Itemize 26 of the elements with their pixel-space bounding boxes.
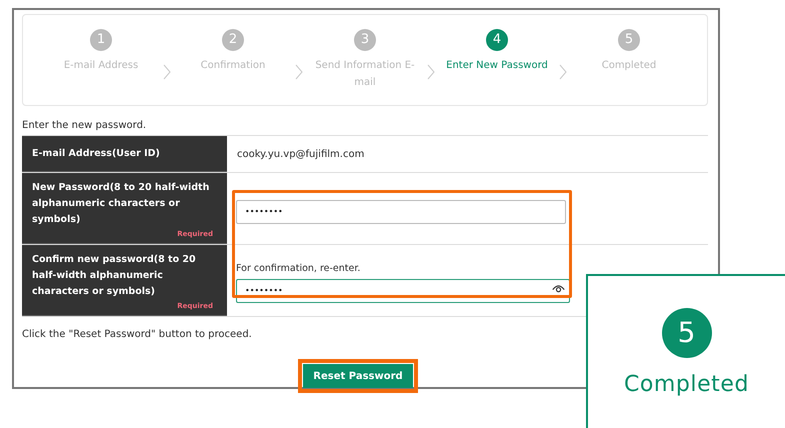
step-number-badge: 4: [486, 29, 508, 51]
instruction-text: Click the "Reset Password" button to proceed.: [22, 328, 252, 342]
step-label: Completed: [624, 371, 749, 399]
password-field[interactable]: ••••••••: [236, 200, 566, 224]
step-number-badge: 2: [222, 29, 244, 51]
step-label: Confirmation: [200, 59, 266, 73]
step-number-badge: 3: [354, 29, 376, 51]
step-label: Completed: [600, 59, 658, 73]
chevron-right-icon: [427, 64, 435, 80]
instruction-text: Enter the new password.: [22, 119, 146, 133]
chevron-right-icon: [559, 64, 567, 80]
field-label: Confirm new password(8 to 20 half-width alphanumeric characters or symbols): [32, 253, 197, 299]
step-label: Send Information E-mail: [314, 59, 416, 90]
step-number-badge: 5: [662, 308, 712, 358]
reset-password-button[interactable]: Reset Password: [303, 364, 413, 388]
chevron-right-icon: [163, 64, 171, 80]
field-label: New Password(8 to 20 half-width alphanumeric characters or symbols): [32, 181, 210, 227]
field-label: E-mail Address(User ID): [32, 146, 161, 160]
eye-icon[interactable]: [552, 283, 565, 293]
step-label: E-mail Address: [62, 59, 140, 73]
chevron-right-icon: [295, 64, 303, 80]
email-value: cooky.yu.vp@fujifilm.com: [237, 148, 364, 162]
step-label: Enter New Password: [445, 59, 549, 73]
step-number-badge: 1: [90, 29, 112, 51]
step-number-badge: 5: [618, 29, 640, 51]
hint-text: For confirmation, re-enter.: [236, 262, 360, 276]
